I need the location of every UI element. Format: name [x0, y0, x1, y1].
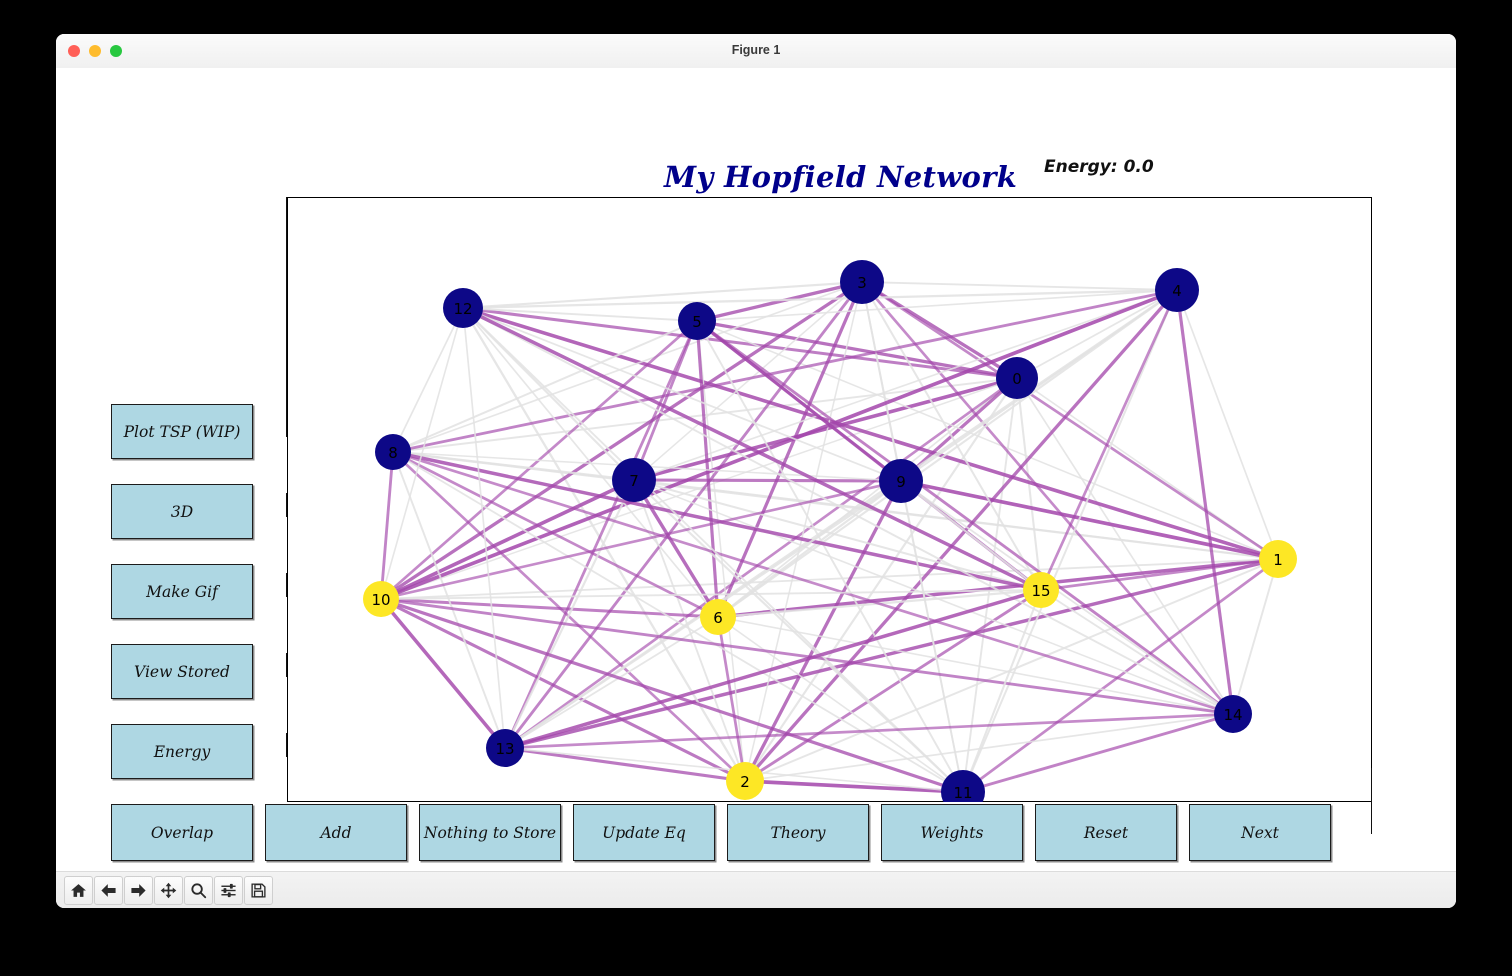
figure-title: My Hopfield Network [664, 160, 1018, 194]
graph-node-6[interactable]: 6 [700, 599, 736, 635]
graph-edge [861, 281, 1178, 291]
arrow-right-icon[interactable] [124, 875, 153, 905]
node-label: 11 [953, 784, 972, 802]
graph-node-7[interactable]: 7 [612, 458, 656, 502]
energy-readout: Energy: 0.0 [1044, 157, 1154, 177]
button-label: Update Eq [602, 823, 686, 842]
matplotlib-figure: My Hopfield Network Energy: 0.0 01234567… [56, 68, 1456, 872]
graph-edge [962, 557, 1279, 794]
graph-edge [744, 588, 1042, 783]
graph-node-0[interactable]: 0 [996, 357, 1038, 399]
node-label: 0 [1012, 370, 1022, 388]
node-label: 9 [896, 473, 906, 491]
graph-node-10[interactable]: 10 [363, 581, 399, 617]
node-label: 3 [857, 274, 867, 292]
figure-window: Figure 1 My Hopfield Network Energy: 0.0… [56, 34, 1456, 908]
graph-edge [1176, 289, 1279, 560]
connector-line [286, 573, 288, 597]
connector-line [286, 493, 288, 517]
button-reset[interactable]: Reset [1035, 804, 1177, 861]
graph-node-1[interactable]: 1 [1259, 540, 1297, 578]
connector-line [286, 653, 288, 677]
graph-node-13[interactable]: 13 [486, 729, 524, 767]
node-label: 1 [1273, 551, 1283, 569]
button-label: Energy [153, 742, 211, 761]
node-label: 12 [453, 300, 472, 318]
hopfield-network-graph: 0123 456789101112131415 [363, 260, 1297, 802]
button-weights[interactable]: Weights [881, 804, 1023, 861]
graph-node-8[interactable]: 8 [375, 434, 411, 470]
graph-edge [379, 597, 507, 750]
node-label: 7 [629, 472, 639, 490]
graph-edge [1016, 377, 1234, 715]
graph-node-2[interactable]: 2 [726, 762, 764, 800]
arrow-left-icon[interactable] [94, 875, 123, 905]
button-label: Overlap [150, 823, 214, 842]
button-overlap[interactable]: Overlap [111, 804, 253, 861]
button-label: 3D [170, 502, 194, 521]
graph-node-4[interactable]: 4 [1155, 268, 1199, 312]
window-titlebar: Figure 1 [56, 34, 1456, 69]
graph-node-12[interactable]: 12 [443, 288, 483, 328]
button-update-eq[interactable]: Update Eq [573, 804, 715, 861]
button-make-gif[interactable]: Make Gif [111, 564, 253, 619]
button-label: Make Gif [146, 582, 218, 601]
graph-edge [696, 319, 1234, 716]
connector-line [286, 197, 288, 437]
graph-node-5[interactable]: 5 [678, 302, 716, 340]
button-energy[interactable]: Energy [111, 724, 253, 779]
button-label: Reset [1083, 823, 1129, 842]
screen: Figure 1 My Hopfield Network Energy: 0.0… [0, 0, 1512, 976]
button-label: Theory [770, 823, 826, 842]
node-label: 10 [371, 591, 390, 609]
button-label: Weights [920, 823, 984, 842]
node-label: 15 [1031, 582, 1050, 600]
button-theory[interactable]: Theory [727, 804, 869, 861]
graph-edge [380, 597, 1234, 716]
node-label: 5 [692, 313, 702, 331]
node-label: 6 [713, 609, 723, 627]
graph-edge [380, 478, 635, 601]
graph-edge [504, 712, 1234, 750]
graph-edge [1175, 289, 1235, 715]
graph-edge [633, 479, 1234, 715]
button-3d[interactable]: 3D [111, 484, 253, 539]
button-view-stored[interactable]: View Stored [111, 644, 253, 699]
graph-node-15[interactable]: 15 [1023, 572, 1059, 608]
graph-edge [633, 478, 902, 483]
window-title: Figure 1 [731, 43, 781, 57]
graph-edge [860, 281, 1235, 715]
button-plot-tsp[interactable]: Plot TSP (WIP) [111, 404, 253, 459]
button-label: Nothing to Store [423, 823, 557, 842]
graph-edge [462, 307, 506, 749]
graph-node-3[interactable]: 3 [840, 260, 884, 304]
graph-edge [743, 288, 1179, 783]
button-add[interactable]: Add [265, 804, 407, 861]
save-icon[interactable] [244, 875, 273, 905]
navigation-toolbar [56, 871, 1456, 908]
button-label: View Stored [134, 662, 230, 681]
graph-node-9[interactable]: 9 [879, 459, 923, 503]
button-label: Next [1241, 823, 1279, 842]
node-label: 13 [495, 740, 514, 758]
graph-edge [1232, 558, 1279, 715]
connector-line [1371, 768, 1373, 834]
sliders-icon[interactable] [214, 875, 243, 905]
magnifier-icon[interactable] [184, 875, 213, 905]
button-label: Add [320, 823, 352, 842]
edge-layer [379, 280, 1279, 794]
button-nothing-to-store[interactable]: Nothing to Store [419, 804, 561, 861]
node-label: 4 [1172, 282, 1182, 300]
button-next[interactable]: Next [1189, 804, 1331, 861]
node-label: 8 [388, 444, 398, 462]
graph-edge [1016, 289, 1178, 379]
connector-line [286, 733, 288, 757]
button-label: Plot TSP (WIP) [123, 422, 241, 441]
graph-node-14[interactable]: 14 [1214, 695, 1252, 733]
graph-node-11[interactable]: 11 [941, 770, 985, 802]
node-label: 2 [740, 773, 750, 791]
home-icon[interactable] [64, 875, 93, 905]
node-label: 14 [1223, 706, 1242, 724]
move-icon[interactable] [154, 875, 183, 905]
